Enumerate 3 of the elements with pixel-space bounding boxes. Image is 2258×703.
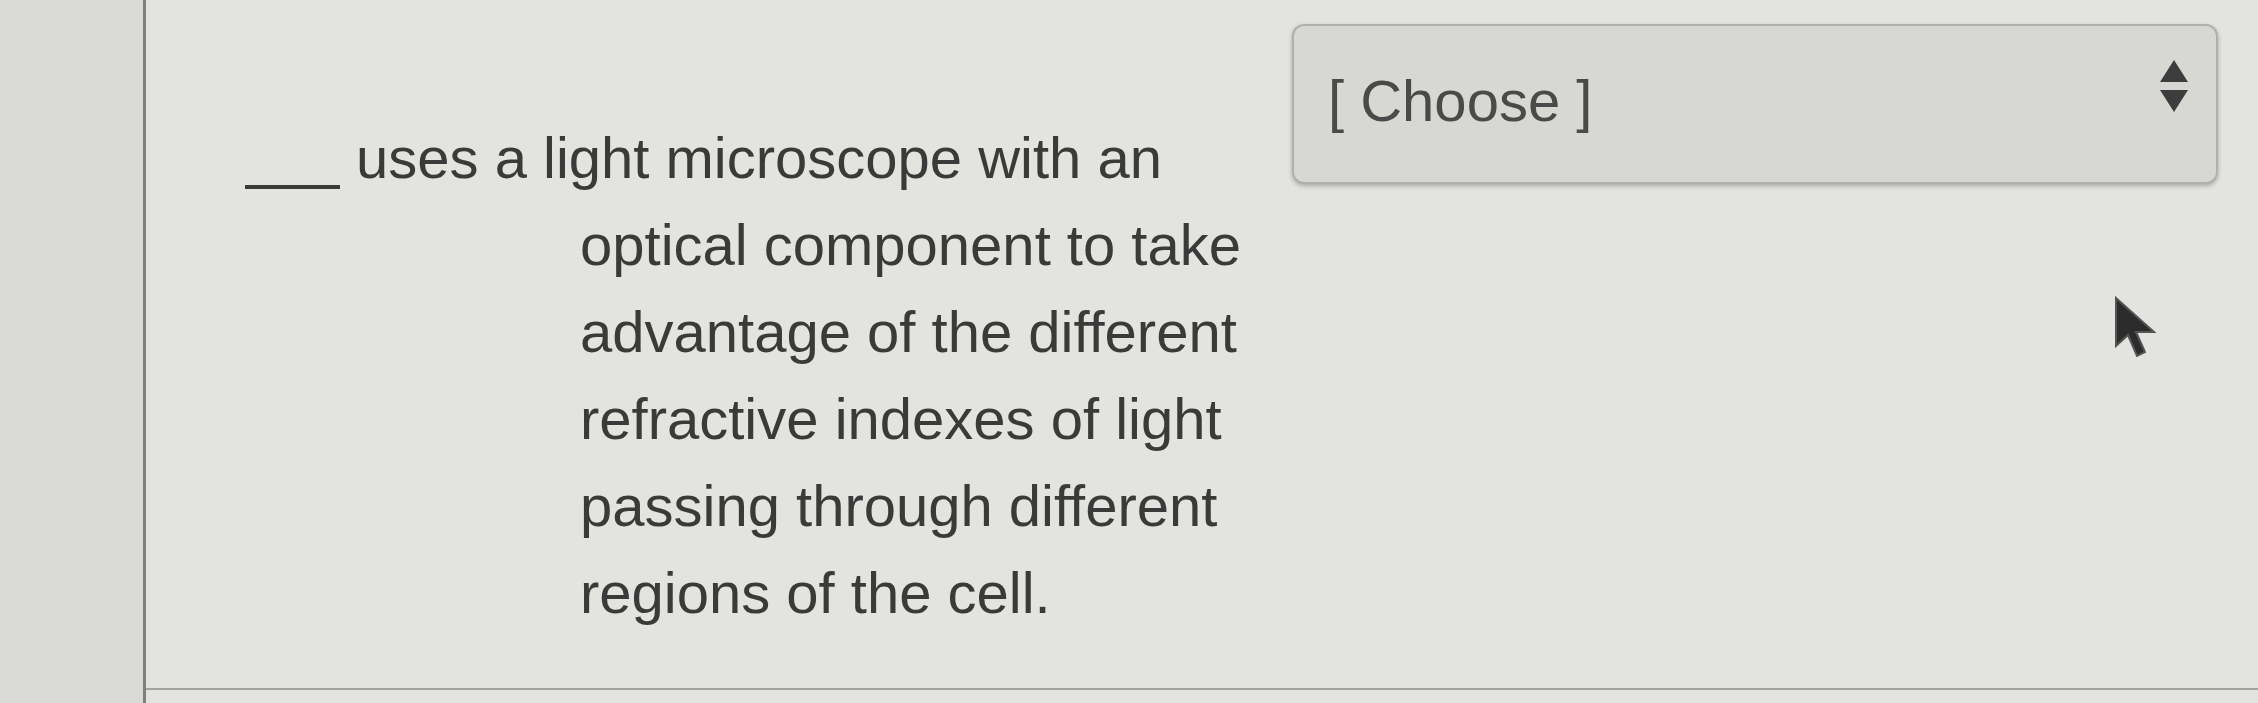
answer-dropdown[interactable]: [ Choose ] [1292,24,2218,184]
question-text: uses a light microscope with an optical component to take advantage of the different refractive indexes of light passing through different regions of the cell. [356,124,1241,627]
up-down-arrows-icon [2160,60,2188,112]
